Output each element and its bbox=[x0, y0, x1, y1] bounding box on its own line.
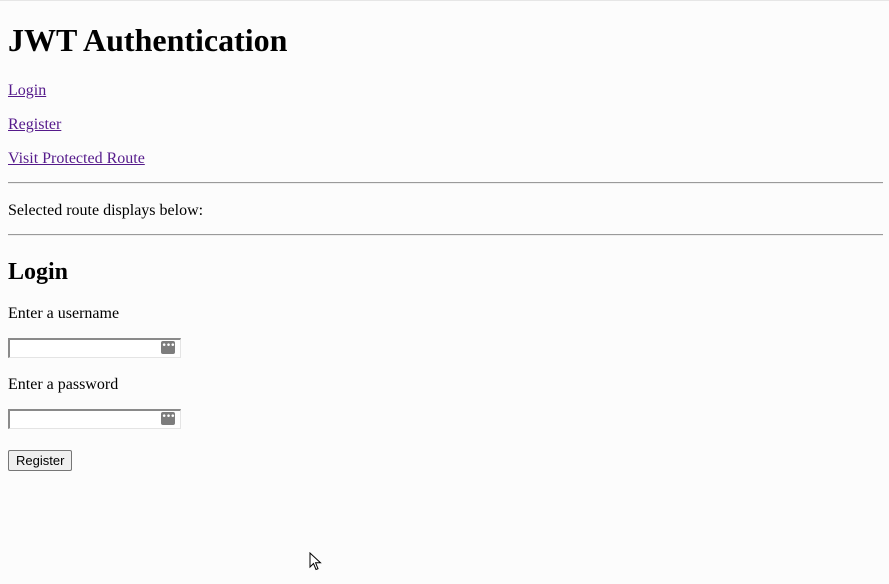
nav-link-protected-route[interactable]: Visit Protected Route bbox=[8, 149, 145, 168]
divider-top bbox=[8, 182, 883, 184]
password-field-wrapper: ••• bbox=[8, 409, 181, 429]
nav-link-login[interactable]: Login bbox=[8, 81, 46, 100]
password-key-icon[interactable]: ••• bbox=[161, 341, 175, 354]
username-input[interactable] bbox=[10, 340, 162, 357]
password-key-icon[interactable]: ••• bbox=[161, 412, 175, 425]
password-label: Enter a password bbox=[8, 376, 119, 393]
top-border bbox=[0, 0, 889, 1]
route-notice: Selected route displays below: bbox=[8, 202, 204, 219]
nav-link-register[interactable]: Register bbox=[8, 115, 61, 134]
username-field-wrapper: ••• bbox=[8, 338, 181, 358]
username-label: Enter a username bbox=[8, 305, 120, 322]
mouse-cursor-icon bbox=[309, 552, 322, 571]
form-heading: Login bbox=[8, 259, 69, 285]
password-input[interactable] bbox=[10, 411, 162, 428]
divider-bottom bbox=[8, 234, 883, 236]
page-title: JWT Authentication bbox=[8, 22, 288, 58]
submit-button[interactable]: Register bbox=[8, 450, 73, 471]
